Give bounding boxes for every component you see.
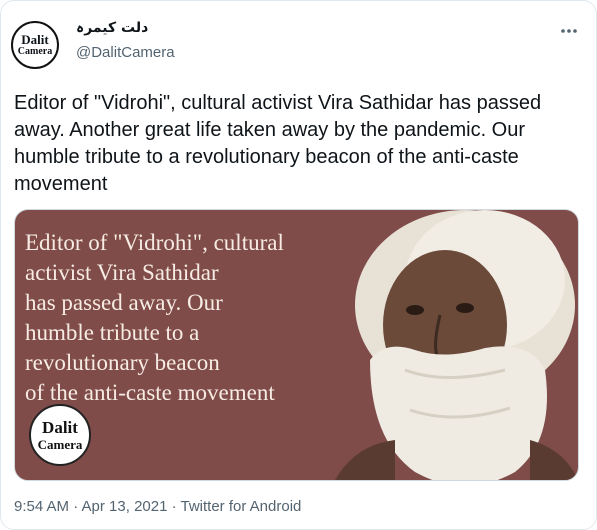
avatar-text-dalit: Dalit: [21, 32, 49, 47]
logo-text-camera: Camera: [37, 437, 83, 452]
portrait-illustration: [335, 210, 578, 480]
tweet-media-image[interactable]: Editor of "Vidrohi", cultural activist V…: [14, 209, 579, 481]
tweet-text: Editor of "Vidrohi", cultural activist V…: [14, 92, 542, 195]
tweet-card: Dalit Camera دلت کیمرہ @DalitCamera Edit…: [0, 0, 597, 530]
tweet-timestamp-source[interactable]: 9:54 AM · Apr 13, 2021 · Twitter for And…: [14, 498, 301, 515]
more-horizontal-icon[interactable]: [559, 21, 579, 41]
avatar-text-camera: Camera: [17, 46, 53, 57]
author-handle[interactable]: @DalitCamera: [76, 44, 175, 61]
media-caption-text: Editor of "Vidrohi", cultural activist V…: [25, 230, 284, 405]
avatar[interactable]: Dalit Camera: [11, 21, 59, 69]
logo-text-dalit: Dalit: [42, 418, 78, 437]
dalit-camera-logo: Dalit Camera: [29, 404, 91, 466]
author-display-name[interactable]: دلت کیمرہ: [76, 20, 148, 36]
